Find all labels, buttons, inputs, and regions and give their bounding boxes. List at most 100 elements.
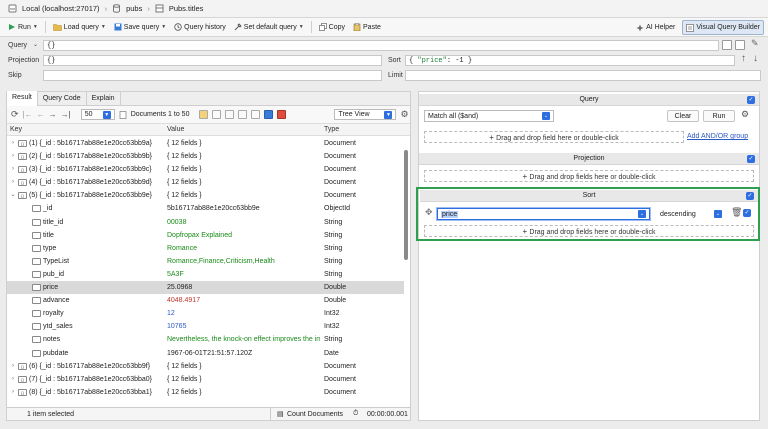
ai-helper-button[interactable]: AI Helper [633, 20, 678, 35]
query-expand-icon[interactable] [735, 40, 745, 50]
query-options-icon[interactable] [722, 40, 732, 50]
projection-input[interactable]: {} [43, 55, 382, 66]
match-mode-select[interactable]: Match all ($and) ⌄ [424, 110, 554, 122]
delete-document-icon[interactable] [277, 110, 287, 119]
table-row[interactable]: ytd_sales 10765 Int32 [7, 320, 404, 333]
expand-arrow-icon[interactable]: ⌄ [10, 189, 16, 202]
projection-section-title: Projection [573, 155, 605, 162]
first-page-icon[interactable]: |← [23, 110, 33, 119]
next-page-icon[interactable]: → [49, 110, 57, 119]
row-type: String [324, 244, 343, 252]
ai-helper-label: AI Helper [646, 24, 676, 31]
clone-document-icon[interactable] [238, 110, 248, 119]
sort-dropzone[interactable]: + Drag and drop fields here or double-cl… [424, 225, 754, 237]
query-dropdown-icon[interactable]: ⌄ [33, 41, 38, 48]
database-icon [113, 4, 121, 13]
edit-document-icon[interactable] [225, 110, 235, 119]
expand-arrow-icon[interactable]: › [10, 176, 16, 189]
count-documents-button[interactable]: Count Documents [287, 411, 343, 418]
breadcrumb-database[interactable]: pubs [126, 4, 142, 13]
limit-input[interactable] [405, 70, 761, 81]
gear-icon[interactable]: ⚙ [400, 109, 408, 120]
table-row[interactable]: type Romance String [7, 242, 404, 255]
copy-button[interactable]: Copy [316, 20, 348, 35]
add-document-icon[interactable] [212, 110, 222, 119]
builder-run-button[interactable]: Run [703, 110, 735, 122]
row-type: Int32 [324, 310, 340, 318]
expand-arrow-icon[interactable]: › [10, 150, 16, 163]
expand-arrow-icon[interactable]: › [10, 373, 16, 386]
table-row[interactable]: ›{} (8) {_id : 5b16717ab88e1e20cc63bba1}{… [7, 386, 404, 399]
query-history-button[interactable]: Query history [171, 20, 229, 35]
table-row[interactable]: ›{} (6) {_id : 5b16717ab88e1e20cc63bb9f}{… [7, 360, 404, 373]
query-input[interactable]: {} [43, 40, 719, 51]
tab-explain[interactable]: Explain [87, 91, 121, 106]
expand-arrow-icon[interactable]: › [10, 360, 16, 373]
table-row[interactable]: advance 4048.4917 Double [7, 294, 404, 307]
visual-query-builder-button[interactable]: Visual Query Builder [682, 20, 764, 35]
expand-arrow-icon[interactable]: › [10, 137, 16, 150]
save-query-button[interactable]: Save query ▼ [111, 20, 169, 35]
breadcrumb-collection[interactable]: Pubs.titles [169, 4, 204, 13]
table-row[interactable]: royalty 12 Int32 [7, 307, 404, 320]
table-row[interactable]: TypeList Romance,Finance,Criticism,Health… [7, 255, 404, 268]
sort-enabled-checkbox[interactable]: ✓ [746, 192, 754, 200]
projection-dropzone[interactable]: + Drag and drop fields here or double-cl… [424, 170, 754, 182]
skip-input[interactable] [43, 70, 382, 81]
column-key[interactable]: Key [10, 126, 22, 133]
sort-field-checkbox[interactable]: ✓ [743, 209, 751, 217]
sort-order-select[interactable]: descending ⌄ [657, 208, 725, 220]
drag-handle-icon[interactable]: ✥ [425, 207, 433, 218]
table-row[interactable]: ›{} (1) {_id : 5b16717ab88e1e20cc63bb9a}{… [7, 137, 404, 150]
paste-button[interactable]: Paste [350, 20, 384, 35]
gear-icon[interactable]: ⚙ [741, 109, 749, 120]
projection-enabled-checkbox[interactable]: ✓ [747, 155, 755, 163]
table-row[interactable]: pubdate 1967-06-01T21:51:57.120Z Date [7, 347, 404, 360]
column-value[interactable]: Value [167, 126, 184, 133]
table-row[interactable]: price 25.0968 Double [7, 281, 404, 295]
table-row[interactable]: ›{} (3) {_id : 5b16717ab88e1e20cc63bb9c}{… [7, 163, 404, 176]
caret-down-icon: ▼ [298, 24, 304, 30]
clear-button[interactable]: Clear [667, 110, 699, 122]
query-dropzone[interactable]: + Drag and drop field here or double-cli… [424, 131, 684, 143]
table-row[interactable]: notes Nevertheless, the knock-on effect i… [7, 333, 404, 346]
prev-page-icon[interactable]: ← [37, 110, 45, 119]
scrollbar-thumb[interactable] [404, 150, 408, 260]
sort-ascending-icon[interactable]: ↑ [741, 53, 746, 64]
trash-icon[interactable]: 🗑 [731, 207, 742, 218]
table-row[interactable]: ›{} (4) {_id : 5b16717ab88e1e20cc63bb9d}{… [7, 176, 404, 189]
export-icon[interactable] [251, 110, 261, 119]
table-row[interactable]: title Dopfropax Explained String [7, 229, 404, 242]
row-value: { 12 fields } [167, 375, 202, 383]
table-row[interactable]: ⌄{} (5) {_id : 5b16717ab88e1e20cc63bb9e}{… [7, 189, 404, 202]
table-row[interactable]: ›{} (2) {_id : 5b16717ab88e1e20cc63bb9b}{… [7, 150, 404, 163]
sort-field-select[interactable]: price ⌄ [437, 208, 650, 220]
expand-arrow-icon[interactable]: › [10, 163, 16, 176]
results-scrollbar[interactable] [404, 138, 408, 408]
table-row[interactable]: title_id 00038 String [7, 216, 404, 229]
set-default-query-button[interactable]: Set default query ▼ [231, 20, 307, 35]
sort-descending-icon[interactable]: ↓ [753, 53, 758, 64]
last-page-icon[interactable]: →| [61, 110, 71, 119]
refresh-icon[interactable]: ⟳ [11, 109, 19, 120]
run-button[interactable]: Run ▼ [5, 20, 41, 35]
tools-icon [234, 23, 242, 31]
query-enabled-checkbox[interactable]: ✓ [747, 96, 755, 104]
table-row[interactable]: ›{} (7) {_id : 5b16717ab88e1e20cc63bba0}{… [7, 373, 404, 386]
page-size-select[interactable]: 50 ▼ [80, 109, 115, 120]
add-andor-group-link[interactable]: Add AND/OR group [687, 133, 748, 140]
expand-arrow-icon[interactable]: › [10, 386, 16, 399]
column-type[interactable]: Type [324, 126, 339, 133]
table-row[interactable]: _id 5b16717ab88e1e20cc63bb9e ObjectId [7, 202, 404, 215]
clear-brush-icon[interactable]: ✎ [751, 38, 759, 49]
tab-result[interactable]: Result [7, 91, 38, 106]
lock-icon[interactable] [199, 110, 209, 119]
breadcrumb-connection[interactable]: Local (localhost:27017) [22, 4, 100, 13]
view-mode-select[interactable]: Tree View ▼ [334, 109, 397, 120]
sort-input[interactable]: { "price": -1 } [405, 55, 735, 66]
tab-query-code[interactable]: Query Code [38, 91, 87, 106]
load-query-button[interactable]: Load query ▼ [50, 20, 109, 35]
save-document-icon[interactable] [264, 110, 274, 119]
match-mode-value: Match all ($and) [428, 112, 479, 120]
table-row[interactable]: pub_id 5A3F String [7, 268, 404, 281]
